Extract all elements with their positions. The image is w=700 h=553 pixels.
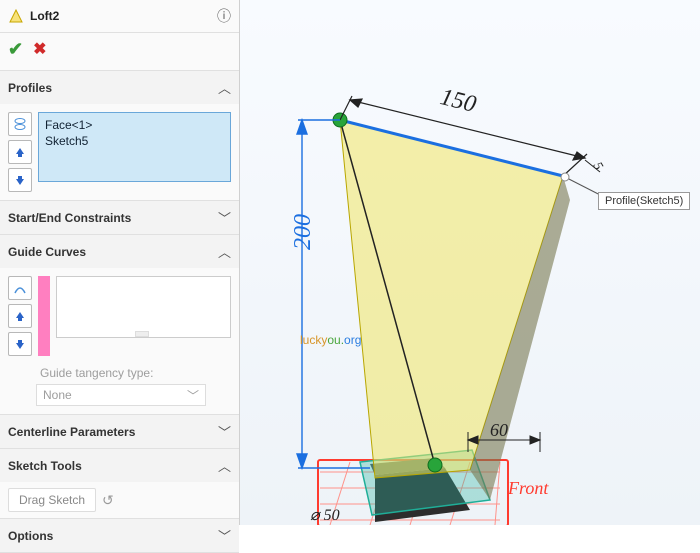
undo-icon[interactable]: ↺ [102, 492, 114, 509]
guide-move-up-button[interactable] [8, 304, 32, 328]
ok-button[interactable]: ✔ [8, 39, 23, 60]
plane-label: Front [508, 478, 548, 499]
chevron-up-icon: ︿ [218, 242, 231, 261]
scroll-thumb[interactable] [135, 331, 149, 337]
section-label-startend: Start/End Constraints [8, 211, 218, 225]
tangency-type-value: None [43, 388, 72, 402]
profile-tooltip: Profile(Sketch5) [598, 192, 690, 210]
chevron-down-icon: ﹀ [218, 208, 231, 227]
chevron-up-icon: ︿ [218, 456, 231, 475]
chevron-down-icon: ﹀ [218, 526, 231, 545]
section-header-startend[interactable]: Start/End Constraints ﹀ [0, 201, 239, 234]
section-label-guides: Guide Curves [8, 245, 218, 259]
chevron-down-icon: ﹀ [187, 387, 199, 404]
guide-color-indicator [38, 276, 50, 356]
dimension-diameter: ⌀ 50 [310, 505, 340, 525]
property-panel: Loft2 ⓘ ✔ ✖ Profiles ︿ [0, 0, 240, 525]
watermark: luckyou.org [300, 310, 361, 354]
model-canvas [240, 0, 700, 525]
section-sketchtools: Sketch Tools ︿ Drag Sketch ↺ [0, 449, 239, 519]
section-label-options: Options [8, 529, 218, 543]
move-down-button[interactable] [8, 168, 32, 192]
profiles-listbox[interactable]: Face<1> Sketch5 [38, 112, 231, 182]
profile-item[interactable]: Face<1> [45, 117, 224, 133]
section-label-sketchtools: Sketch Tools [8, 459, 218, 473]
move-up-button[interactable] [8, 140, 32, 164]
titlebar: Loft2 ⓘ [0, 0, 239, 33]
chevron-down-icon: ﹀ [218, 422, 231, 441]
section-header-guides[interactable]: Guide Curves ︿ [0, 235, 239, 268]
section-header-options[interactable]: Options ﹀ [0, 519, 239, 552]
dimension-vertical: 200 [290, 214, 317, 250]
tangency-type-select: None ﹀ [36, 384, 206, 406]
help-icon[interactable]: ⓘ [217, 6, 231, 26]
guide-selector-icon[interactable] [8, 276, 32, 300]
loft-feature-icon [8, 8, 24, 24]
guides-listbox[interactable] [56, 276, 231, 338]
profile-item[interactable]: Sketch5 [45, 133, 224, 149]
section-startend: Start/End Constraints ﹀ [0, 201, 239, 235]
cancel-button[interactable]: ✖ [33, 39, 46, 60]
section-header-sketchtools[interactable]: Sketch Tools ︿ [0, 449, 239, 482]
section-header-centerline[interactable]: Centerline Parameters ﹀ [0, 415, 239, 448]
section-label-profiles: Profiles [8, 81, 218, 95]
section-label-centerline: Centerline Parameters [8, 425, 218, 439]
tangency-type-label: Guide tangency type: [8, 356, 231, 384]
section-centerline: Centerline Parameters ﹀ [0, 415, 239, 449]
drag-sketch-button[interactable]: Drag Sketch [8, 488, 96, 512]
dimension-small: 60 [490, 420, 508, 441]
section-profiles: Profiles ︿ Face<1> Sketch [0, 71, 239, 201]
guide-move-down-button[interactable] [8, 332, 32, 356]
feature-name: Loft2 [30, 9, 211, 23]
chevron-up-icon: ︿ [218, 78, 231, 97]
confirm-row: ✔ ✖ [0, 33, 239, 71]
section-guides: Guide Curves ︿ [0, 235, 239, 415]
profile-selector-icon[interactable] [8, 112, 32, 136]
section-options: Options ﹀ [0, 519, 239, 553]
3d-viewport[interactable]: 200 150 60 ⌀ 50 5 Front Profile(Sketch5)… [240, 0, 700, 525]
section-header-profiles[interactable]: Profiles ︿ [0, 71, 239, 104]
